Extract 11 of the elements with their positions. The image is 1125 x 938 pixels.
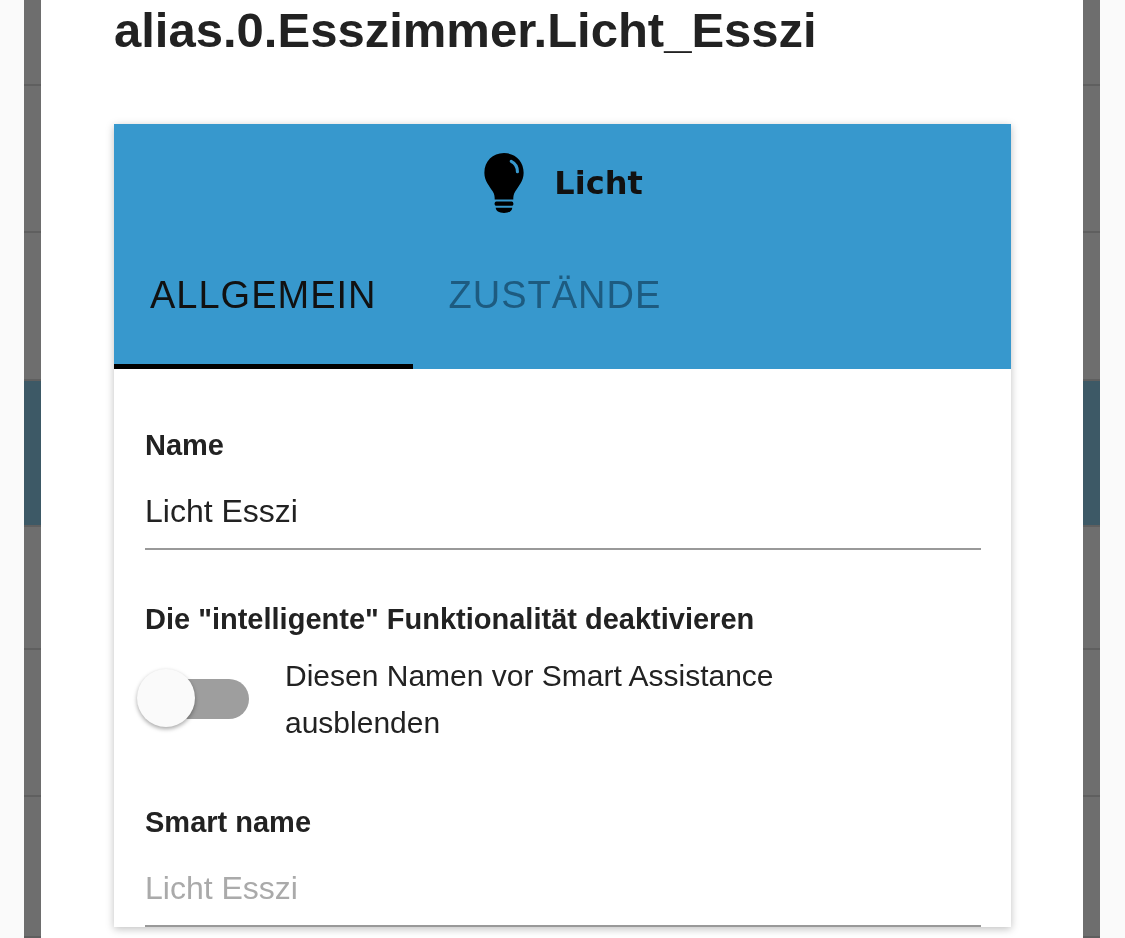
switch-description: Diesen Namen vor Smart Assistance ausblenden	[285, 658, 775, 741]
field-label: Smart name	[145, 805, 312, 839]
tab[interactable]: ALLGEMEIN	[114, 227, 413, 369]
field-label: Die "intelligente" Funktionalität deaktivieren	[145, 602, 756, 636]
input-field[interactable]: Licht Esszi	[145, 863, 981, 927]
device-type-label: Licht	[554, 164, 643, 202]
field-label: Name	[145, 428, 225, 462]
input-field[interactable]: Licht Esszi	[145, 486, 981, 550]
toggle-switch[interactable]	[137, 669, 249, 729]
dialog-title: alias.0.Esszimmer.Licht_Esszi	[114, 2, 818, 59]
lightbulb-icon	[482, 152, 527, 214]
